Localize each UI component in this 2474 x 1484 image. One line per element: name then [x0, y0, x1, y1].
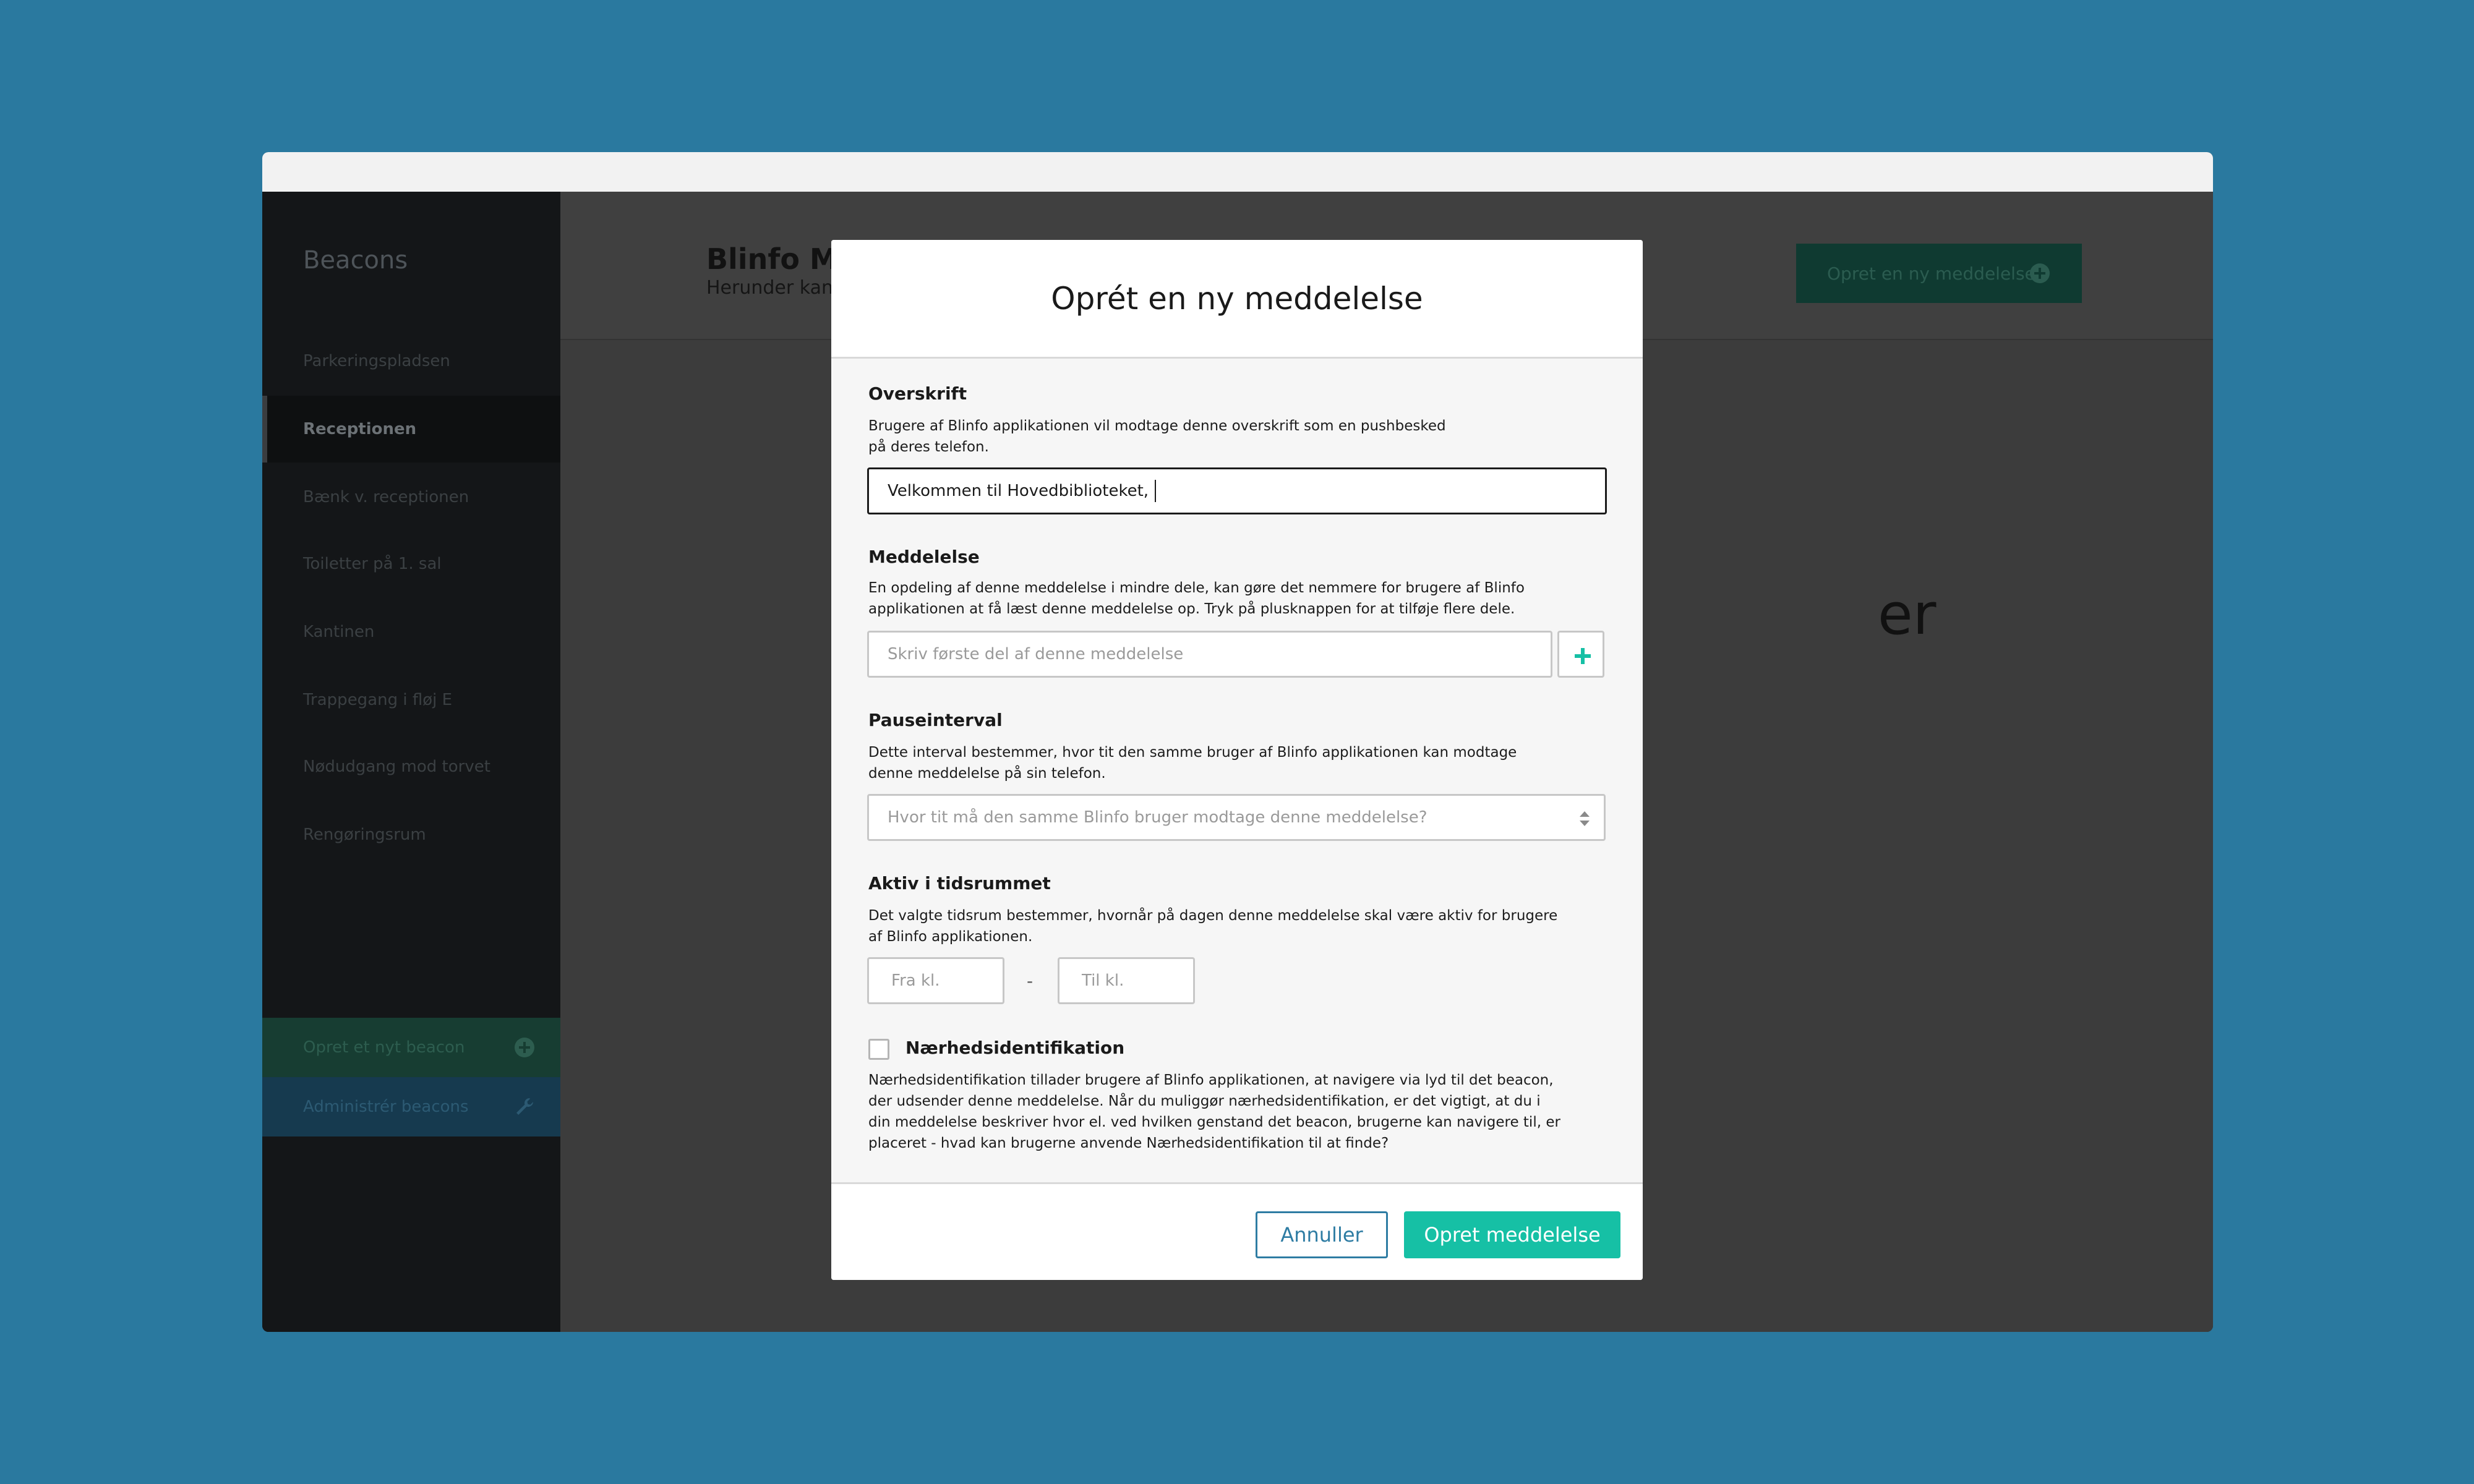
- message-description: En opdeling af denne meddelelse i mindre…: [868, 580, 1525, 617]
- from-time-input[interactable]: Fra kl.: [867, 957, 1004, 1004]
- plus-circle-icon: [515, 1038, 534, 1057]
- modal-title: Oprét en ny meddelelse: [1051, 280, 1423, 317]
- message-label: Meddelelse: [868, 547, 980, 567]
- sidebar-item-rengoeringsrum[interactable]: Rengøringsrum: [262, 801, 560, 868]
- time-range-separator: -: [1027, 971, 1034, 991]
- sidebar-item-trappegang[interactable]: Trappegang i fløj E: [262, 667, 560, 733]
- pause-interval-placeholder: Hvor tit må den samme Blinfo bruger modt…: [888, 808, 1427, 827]
- active-period-label: Aktiv i tidsrummet: [868, 873, 1051, 893]
- modal-footer: Annuller Opret meddelelse: [831, 1182, 1643, 1280]
- proximity-checkbox[interactable]: [868, 1039, 889, 1060]
- new-message-button[interactable]: Opret en ny meddelelse: [1796, 244, 2082, 303]
- new-message-label: Opret en ny meddelelse: [1827, 263, 2035, 284]
- plus-icon: [1575, 648, 1591, 664]
- message-input[interactable]: Skriv første del af denne meddelelse: [867, 631, 1552, 678]
- select-arrows-icon: [1580, 811, 1590, 826]
- manage-beacons-label: Administrér beacons: [303, 1098, 469, 1116]
- page-subtitle: Herunder kan: [706, 277, 833, 299]
- wrench-icon: [516, 1098, 533, 1115]
- background-text-fragment: er: [1878, 581, 1937, 647]
- pause-interval-label: Pauseinterval: [868, 710, 1003, 730]
- message-input-placeholder: Skriv første del af denne meddelelse: [888, 645, 1184, 663]
- headline-description: Brugere af Blinfo applikationen vil modt…: [868, 418, 1446, 455]
- proximity-label: Nærhedsidentifikation: [905, 1038, 1125, 1058]
- create-message-modal: Oprét en ny meddelelse Overskrift Bruger…: [831, 240, 1643, 1280]
- modal-header: Oprét en ny meddelelse: [831, 240, 1643, 359]
- plus-circle-icon: [2030, 263, 2050, 283]
- sidebar: Beacons Parkeringspladsen Receptionen Bæ…: [262, 192, 560, 1332]
- from-time-placeholder: Fra kl.: [891, 971, 940, 990]
- text-cursor: [1155, 480, 1157, 502]
- headline-label: Overskrift: [868, 383, 967, 404]
- active-period-description: Det valgte tidsrum bestemmer, hvornår på…: [868, 908, 1558, 945]
- headline-input-value: Velkommen til Hovedbiblioteket,: [888, 482, 1149, 500]
- proximity-description: Nærhedsidentifikation tillader brugere a…: [868, 1072, 1560, 1151]
- sidebar-item-kantinen[interactable]: Kantinen: [262, 599, 560, 665]
- create-beacon-button[interactable]: Opret et nyt beacon: [262, 1018, 560, 1077]
- sidebar-item-receptionen[interactable]: Receptionen: [262, 396, 560, 463]
- to-time-placeholder: Til kl.: [1082, 971, 1124, 990]
- create-beacon-label: Opret et nyt beacon: [303, 1038, 465, 1057]
- add-message-part-button[interactable]: [1557, 631, 1604, 678]
- sidebar-title: Beacons: [303, 246, 408, 275]
- cancel-button[interactable]: Annuller: [1256, 1211, 1388, 1258]
- pause-interval-select[interactable]: Hvor tit må den samme Blinfo bruger modt…: [867, 794, 1606, 841]
- headline-input[interactable]: Velkommen til Hovedbiblioteket,: [867, 467, 1607, 514]
- sidebar-item-noedudgang[interactable]: Nødudgang mod torvet: [262, 733, 560, 800]
- window-titlebar: [262, 152, 2213, 192]
- sidebar-item-toiletter[interactable]: Toiletter på 1. sal: [262, 531, 560, 597]
- manage-beacons-button[interactable]: Administrér beacons: [262, 1077, 560, 1136]
- sidebar-item-baenk[interactable]: Bænk v. receptionen: [262, 464, 560, 531]
- pause-interval-description: Dette interval bestemmer, hvor tit den s…: [868, 744, 1517, 782]
- to-time-input[interactable]: Til kl.: [1058, 957, 1195, 1004]
- sidebar-item-parkeringspladsen[interactable]: Parkeringspladsen: [262, 328, 560, 394]
- create-message-button[interactable]: Opret meddelelse: [1404, 1211, 1620, 1258]
